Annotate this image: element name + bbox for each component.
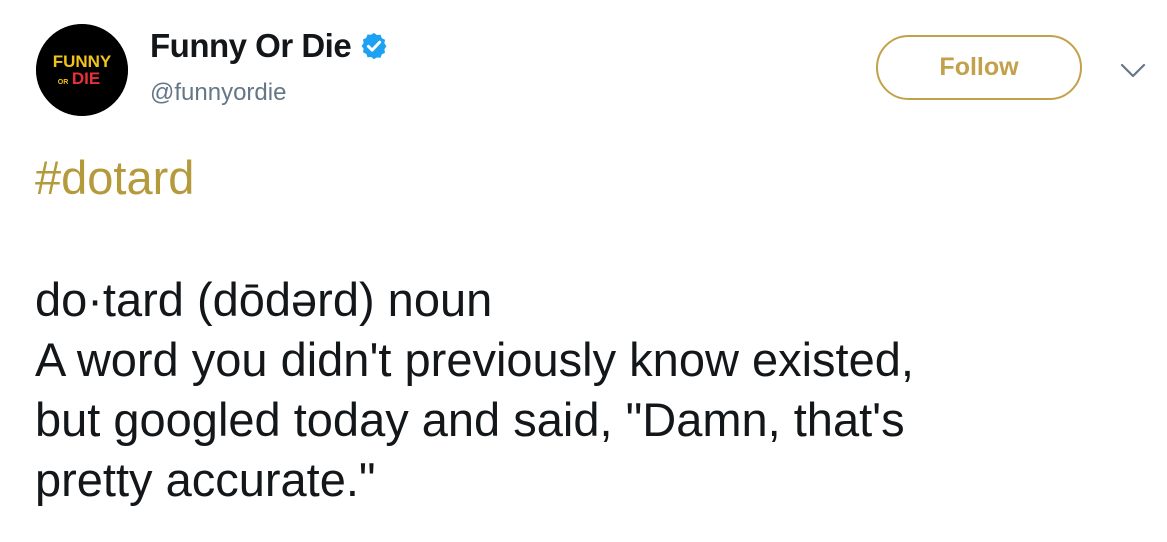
tweet-line: pretty accurate."	[35, 453, 376, 506]
follow-button[interactable]: Follow	[876, 35, 1082, 100]
avatar-text-bottom: DIE	[72, 69, 100, 88]
user-handle[interactable]: @funnyordie	[150, 78, 286, 108]
funny-or-die-logo: FUNNY OR DIE	[36, 24, 128, 116]
tweet-line: but googled today and said, "Damn, that'…	[35, 393, 905, 446]
tweet-line-definition: do·tard (dōdərd) noun	[35, 273, 493, 326]
display-name-text[interactable]: Funny Or Die	[150, 26, 352, 66]
tweet-line: A word you didn't previously know existe…	[35, 333, 914, 386]
tweet-text: #dotard do·tard (dōdərd) noun A word you…	[35, 148, 1145, 510]
display-name[interactable]: Funny Or Die	[150, 26, 389, 66]
chevron-down-icon[interactable]	[1120, 62, 1146, 80]
avatar-text-or: OR	[58, 79, 69, 86]
hashtag-link[interactable]: #dotard	[35, 148, 1145, 208]
avatar[interactable]: FUNNY OR DIE	[36, 24, 128, 116]
verified-badge-icon	[361, 32, 387, 60]
